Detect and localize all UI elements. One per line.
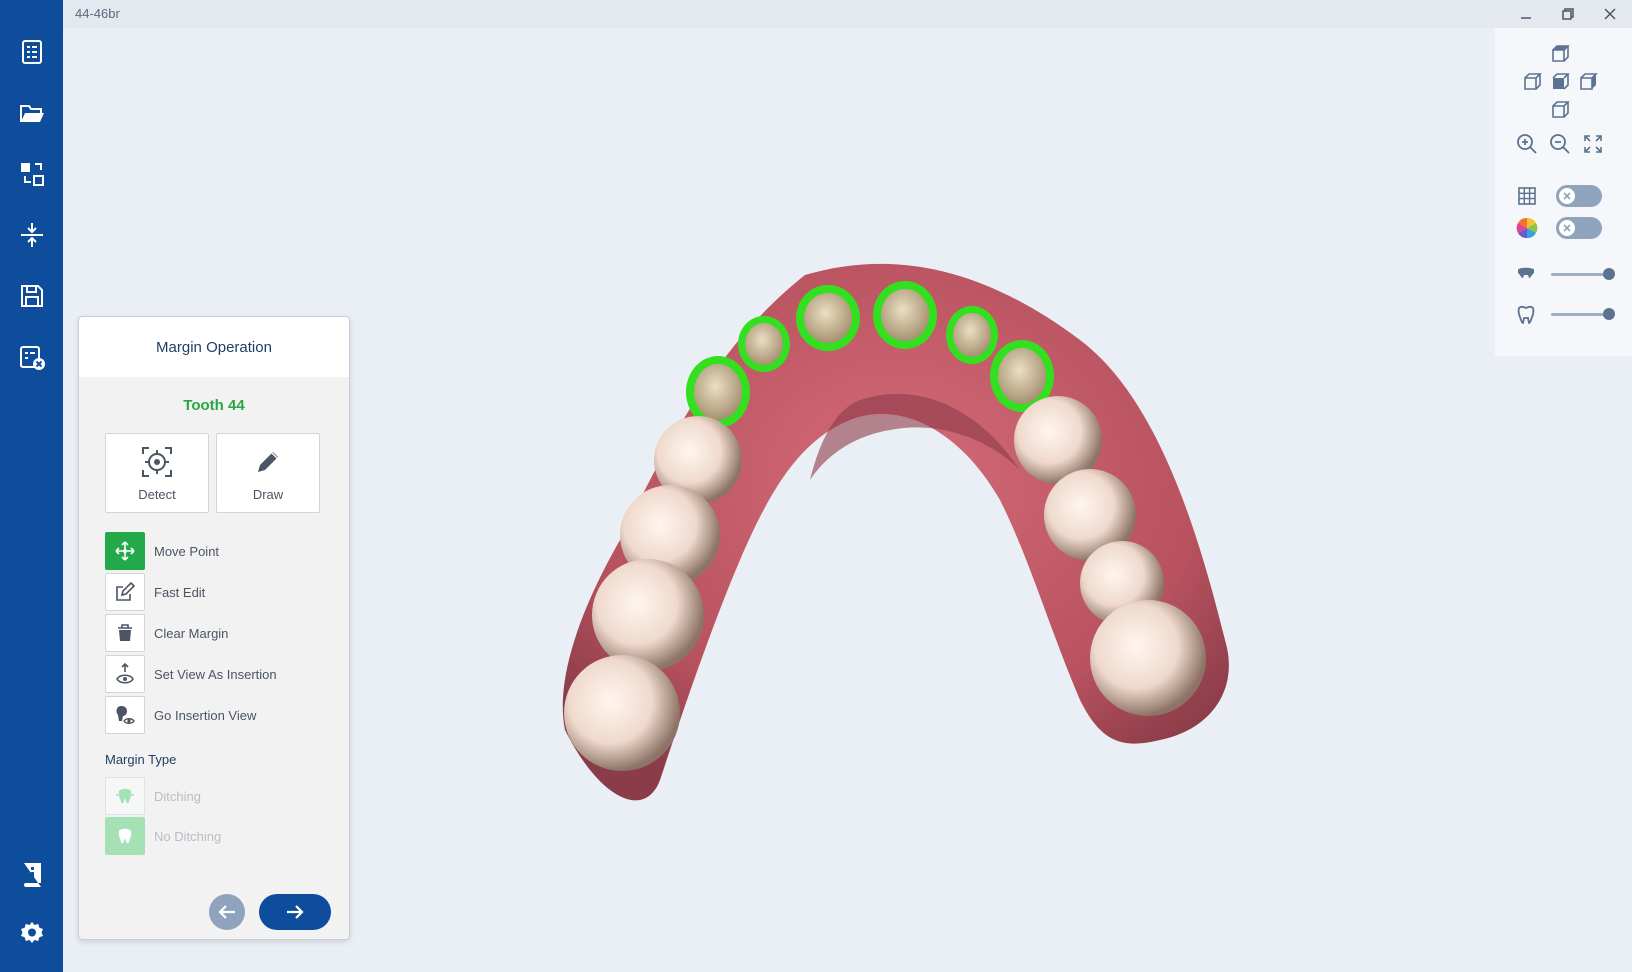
ditching-icon [105, 777, 145, 815]
zoom-out-icon [1550, 134, 1570, 154]
restore-button[interactable] [1550, 2, 1586, 26]
back-button[interactable] [209, 894, 245, 930]
close-order-icon [19, 346, 45, 370]
trash-icon [105, 614, 145, 652]
detect-button[interactable]: Detect [105, 433, 209, 513]
save-icon [20, 285, 43, 307]
no-ditching-label: No Ditching [154, 828, 222, 844]
cube-right-icon [1580, 73, 1598, 90]
view-right-button[interactable] [1576, 70, 1600, 94]
fast-edit-icon [105, 573, 145, 611]
zoom-in-button[interactable] [1515, 132, 1539, 156]
toggle-off-icon [1559, 188, 1575, 204]
no-ditching-option[interactable]: No Ditching [105, 817, 221, 855]
slider-track [1551, 273, 1609, 276]
detect-label: Detect [138, 486, 176, 502]
close-button[interactable] [1592, 2, 1628, 26]
arrow-right-icon [287, 905, 304, 919]
cube-left-icon [1524, 73, 1542, 90]
panel-title: Margin Operation [79, 317, 349, 377]
minimize-button[interactable] [1508, 2, 1544, 26]
manual-icon [23, 863, 41, 887]
move-point-icon [105, 532, 145, 570]
clear-margin-label: Clear Margin [154, 625, 229, 641]
lower-jaw-opacity-slider[interactable] [1551, 304, 1615, 324]
slider-thumb[interactable] [1603, 308, 1615, 320]
set-view-label: Set View As Insertion [154, 666, 277, 682]
view-front-button[interactable] [1548, 70, 1572, 94]
swap-button[interactable] [0, 150, 63, 198]
lower-jaw-icon [1517, 305, 1535, 324]
upper-jaw-icon [1518, 267, 1534, 278]
upper-jaw-button [1515, 263, 1537, 285]
move-point-label: Move Point [154, 543, 220, 559]
view-left-button[interactable] [1520, 70, 1544, 94]
grid-icon [1518, 187, 1536, 205]
title-bar: 44-46br [63, 0, 1632, 28]
pencil-icon [258, 451, 278, 472]
settings-button[interactable] [0, 910, 63, 958]
close-icon [1604, 8, 1616, 20]
3d-viewport[interactable] [560, 260, 1280, 840]
settings-icon [20, 922, 43, 943]
grid-toggle[interactable] [1556, 185, 1602, 207]
go-insertion-view-button[interactable]: Go Insertion View [105, 696, 256, 734]
set-insertion-icon [105, 655, 145, 693]
dental-arch-model [562, 263, 1229, 801]
order-form-button[interactable] [0, 28, 63, 76]
cube-top-icon [1552, 45, 1570, 62]
no-ditching-icon [105, 817, 145, 855]
cube-bottom-icon [1552, 101, 1570, 118]
color-toggle[interactable] [1556, 217, 1602, 239]
fit-view-button[interactable] [1581, 132, 1605, 156]
detect-target-icon [142, 446, 172, 477]
color-button [1515, 216, 1539, 240]
manual-button[interactable] [0, 850, 63, 898]
view-top-button[interactable] [1548, 42, 1572, 66]
left-rail [0, 0, 63, 972]
open-folder-button[interactable] [0, 89, 63, 137]
tooth-label: Tooth 44 [183, 397, 245, 414]
set-view-as-insertion-button[interactable]: Set View As Insertion [105, 655, 277, 693]
color-wheel-icon [1516, 217, 1538, 239]
save-button[interactable] [0, 272, 63, 320]
lower-jaw-button [1515, 303, 1537, 325]
align-button[interactable] [0, 211, 63, 259]
move-point-button[interactable]: Move Point [105, 532, 219, 570]
fit-view-icon [1584, 135, 1602, 153]
clear-margin-button[interactable]: Clear Margin [105, 614, 228, 652]
open-folder-icon [19, 105, 44, 122]
arrow-left-icon [218, 905, 235, 919]
fast-edit-button[interactable]: Fast Edit [105, 573, 205, 611]
view-toolbox [1495, 28, 1632, 356]
ditching-label: Ditching [154, 788, 201, 804]
minimize-icon [1521, 17, 1531, 19]
zoom-in-icon [1517, 134, 1537, 154]
window-title: 44-46br [75, 6, 120, 21]
margin-operation-panel: Margin Operation Tooth 44 Detect Draw Mo… [78, 316, 350, 940]
next-button[interactable] [259, 894, 331, 930]
toggle-off-icon [1559, 220, 1575, 236]
slider-track [1551, 313, 1609, 316]
order-form-icon [21, 40, 42, 64]
draw-label: Draw [252, 486, 284, 502]
grid-button [1515, 184, 1539, 208]
upper-jaw-opacity-slider[interactable] [1551, 264, 1615, 284]
fast-edit-label: Fast Edit [154, 584, 206, 600]
go-insertion-label: Go Insertion View [154, 707, 257, 723]
margin-type-title: Margin Type [105, 752, 177, 767]
align-icon [20, 223, 43, 247]
cube-front-icon [1552, 73, 1570, 90]
restore-icon [1562, 8, 1574, 20]
view-bottom-button[interactable] [1548, 98, 1572, 122]
ditching-option[interactable]: Ditching [105, 777, 201, 815]
go-insertion-icon [105, 696, 145, 734]
swap-icon [20, 163, 44, 186]
zoom-out-button[interactable] [1548, 132, 1572, 156]
close-order-button[interactable] [0, 333, 63, 381]
draw-button[interactable]: Draw [216, 433, 320, 513]
slider-thumb[interactable] [1603, 268, 1615, 280]
